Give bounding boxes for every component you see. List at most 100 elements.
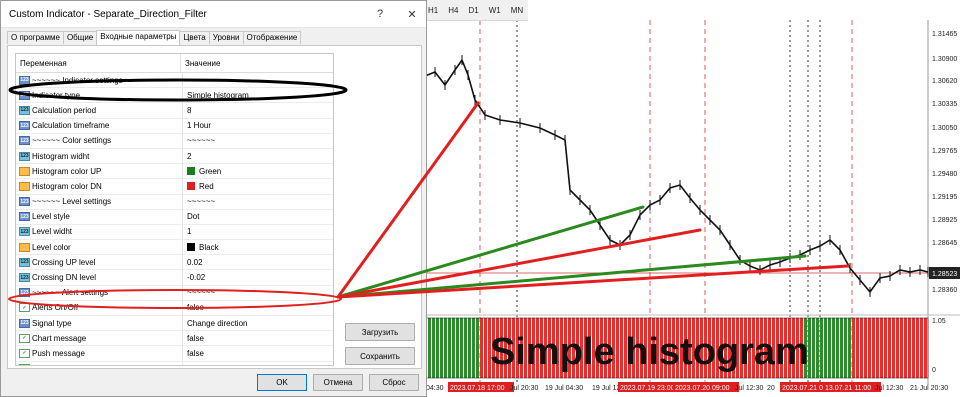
histogram-scale-top: 1.05 xyxy=(932,318,946,325)
table-row[interactable]: 123 Crossing DN level -0.02 xyxy=(16,270,333,286)
tab-colors[interactable]: Цвета xyxy=(179,31,210,44)
table-row[interactable]: 123 ~~~~~~ Indicator settings ~~~~~~ xyxy=(16,73,333,89)
histogram-bar xyxy=(444,318,447,378)
table-row[interactable]: 123 ~~~~~~ Level settings ~~~~~~ xyxy=(16,194,333,210)
tab-inputs[interactable]: Входные параметры xyxy=(96,30,181,45)
table-row[interactable]: 123 Crossing UP level 0.02 xyxy=(16,255,333,271)
histogram-bar xyxy=(916,318,919,378)
table-row[interactable]: 123 Level style Dot xyxy=(16,209,333,225)
table-row[interactable]: ✓ Alerts On/Off false xyxy=(16,300,333,316)
tab-visualization[interactable]: Отображение xyxy=(242,31,302,44)
row-value-cell[interactable]: 1 xyxy=(183,227,191,236)
overlay-caption: Simple histogram xyxy=(490,331,809,373)
table-row[interactable]: ✓ Chart message false xyxy=(16,331,333,347)
price-tick-label: 1.28925 xyxy=(932,217,957,224)
timeframe-mn[interactable]: MN xyxy=(511,6,523,15)
row-value-cell[interactable]: ~~~~~~ xyxy=(183,288,215,297)
table-row[interactable]: 123 ~~~~~~ Alert settings ~~~~~~ xyxy=(16,285,333,301)
column-variable[interactable]: Переменная xyxy=(16,54,181,72)
help-icon[interactable]: ? xyxy=(371,5,389,23)
timeframe-d1[interactable]: D1 xyxy=(468,6,478,15)
row-value-cell[interactable]: Green xyxy=(183,167,221,176)
row-value: Dot xyxy=(187,212,200,222)
row-variable-name: Alerts On/Off xyxy=(32,303,79,313)
row-variable-name: Histogram color UP xyxy=(32,166,102,176)
number-type-icon: 123 xyxy=(19,273,30,283)
table-row[interactable]: 123 Signal type Change direction xyxy=(16,316,333,332)
tab-common[interactable]: Общие xyxy=(62,31,98,44)
row-value-cell[interactable]: Simple histogram xyxy=(183,91,249,100)
row-value-cell[interactable]: Black xyxy=(183,243,219,252)
row-variable-cell: 123 Histogram widht xyxy=(16,148,183,164)
row-value: Black xyxy=(199,242,219,252)
histogram-scale-zero: 0 xyxy=(932,367,936,374)
row-value-cell[interactable]: 8 xyxy=(183,106,191,115)
ok-button[interactable]: OK xyxy=(257,374,307,391)
variable-type-icon: 123 xyxy=(19,121,30,131)
bool-type-icon: ✓ xyxy=(19,348,30,358)
row-variable-cell: ✓ Push message xyxy=(16,346,183,361)
column-value[interactable]: Значение xyxy=(181,54,220,72)
row-value: ~~~~~~ xyxy=(187,136,216,146)
row-value-cell[interactable]: false xyxy=(183,334,204,343)
row-value-cell[interactable]: ~~~~~~ xyxy=(183,136,215,145)
row-value-cell[interactable]: ~~~~~~ xyxy=(183,76,215,85)
row-value: ~~~~~~ xyxy=(187,288,216,298)
dialog-tabs: О программе Общие Входные параметры Цвет… xyxy=(7,30,302,45)
row-value-cell[interactable]: -0.02 xyxy=(183,273,205,282)
current-price-label: 1.28523 xyxy=(932,271,957,278)
row-value-cell[interactable]: 2 xyxy=(183,152,191,161)
save-button[interactable]: Сохранить xyxy=(345,347,415,365)
table-row[interactable]: ✓Email message false xyxy=(16,361,333,365)
time-axis-label: 13.07.21 11:00 xyxy=(825,385,871,392)
row-value-cell[interactable]: Dot xyxy=(183,212,199,221)
chart-canvas[interactable]: 1.31465 1.30900 1.30620 1.30335 1.30050 1.297… xyxy=(420,0,960,397)
reset-button[interactable]: Сброс xyxy=(369,374,419,391)
row-value-cell[interactable]: false xyxy=(183,364,204,365)
row-value: 1 xyxy=(187,227,192,237)
price-chart[interactable]: 1.31465 1.30900 1.30620 1.30335 1.30050 1.297… xyxy=(420,0,960,397)
time-axis-label: 19 Jul 04:30 xyxy=(545,385,583,392)
row-variable-cell: ✓ Alerts On/Off xyxy=(16,300,183,315)
row-value: -0.02 xyxy=(187,273,206,283)
table-row[interactable]: 123 Indicator type Simple histogram xyxy=(16,88,333,104)
row-variable-name: ~~~~~~ Color settings xyxy=(32,136,112,146)
variable-type-icon: 123 xyxy=(19,318,30,328)
row-value-cell[interactable]: Red xyxy=(183,182,214,191)
timeframe-w1[interactable]: W1 xyxy=(489,6,501,15)
row-value-cell[interactable]: ~~~~~~ xyxy=(183,197,215,206)
load-button[interactable]: Загрузить xyxy=(345,323,415,341)
table-row[interactable]: 123 Histogram widht 2 xyxy=(16,148,333,165)
color-swatch xyxy=(187,182,195,191)
table-row[interactable]: ✓ Push message false xyxy=(16,346,333,362)
row-value-cell[interactable]: false xyxy=(183,303,204,312)
row-value-cell[interactable]: 0.02 xyxy=(183,258,203,267)
bool-type-icon: ✓ xyxy=(19,303,30,313)
time-axis-label: Jul 12:30 xyxy=(875,385,904,392)
price-tick-label: 1.29765 xyxy=(932,148,957,155)
row-value-cell[interactable]: 1 Hour xyxy=(183,121,211,130)
row-value-cell[interactable]: false xyxy=(183,349,204,358)
timeframe-h1[interactable]: H1 xyxy=(428,6,438,15)
table-row[interactable]: Histogram color DN Red xyxy=(16,179,333,195)
row-value: ~~~~~~ xyxy=(187,197,216,207)
cancel-button[interactable]: Отмена xyxy=(313,374,363,391)
table-row[interactable]: 123 Calculation period 8 xyxy=(16,103,333,119)
tab-levels[interactable]: Уровни xyxy=(208,31,244,44)
row-variable-name: Calculation period xyxy=(32,105,97,115)
variable-type-icon: 123 xyxy=(19,212,30,222)
price-tick-label: 1.30900 xyxy=(932,56,957,63)
table-row[interactable]: Histogram color UP Green xyxy=(16,164,333,180)
row-value-cell[interactable]: Change direction xyxy=(183,319,247,328)
price-tick-label: 1.30335 xyxy=(932,101,957,108)
table-row[interactable]: 123 Calculation timeframe 1 Hour xyxy=(16,118,333,134)
table-row[interactable]: Level color Black xyxy=(16,240,333,256)
dialog-titlebar[interactable]: Custom Indicator - Separate_Direction_Fi… xyxy=(1,1,426,28)
close-icon[interactable]: ✕ xyxy=(403,5,421,23)
table-row[interactable]: 123 ~~~~~~ Color settings ~~~~~~ xyxy=(16,133,333,149)
timeframe-h4[interactable]: H4 xyxy=(448,6,458,15)
row-value: Simple histogram xyxy=(187,90,249,100)
number-type-icon: 123 xyxy=(19,151,30,161)
tab-about[interactable]: О программе xyxy=(7,31,64,44)
table-row[interactable]: 123 Level widht 1 xyxy=(16,224,333,241)
